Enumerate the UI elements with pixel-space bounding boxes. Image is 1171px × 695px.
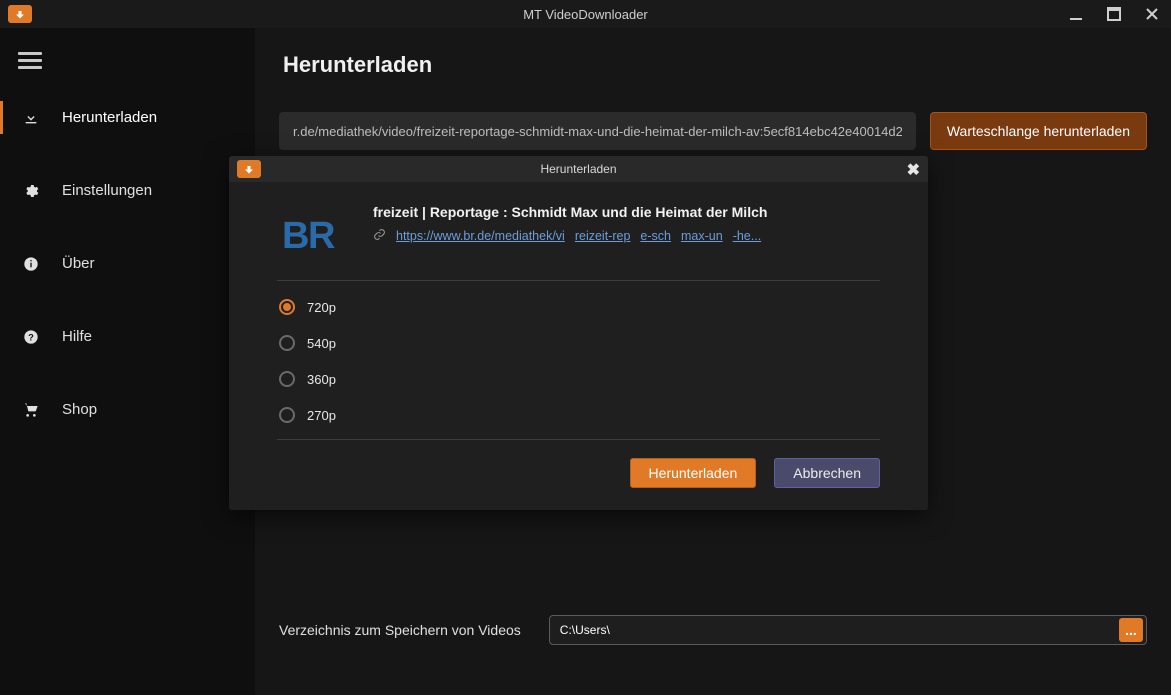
cancel-button[interactable]: Abbrechen [774, 458, 880, 488]
video-link-part[interactable]: e-sch [640, 229, 671, 243]
divider [277, 439, 880, 440]
link-icon [373, 228, 386, 244]
resolution-label: 270p [307, 408, 336, 423]
provider-logo-icon: B R [277, 204, 347, 264]
cart-icon [22, 402, 40, 418]
radio-icon [279, 299, 295, 315]
sidebar-item-shop[interactable]: Shop [0, 393, 255, 426]
app-logo-icon [237, 160, 261, 178]
download-dialog: Herunterladen ✖ B R freizeit | Reportage… [229, 156, 928, 510]
dialog-titlebar: Herunterladen ✖ [229, 156, 928, 182]
resolution-label: 720p [307, 300, 336, 315]
sidebar-item-about[interactable]: Über [0, 247, 255, 280]
sidebar-item-label: Über [62, 255, 95, 272]
app-title: MT VideoDownloader [0, 7, 1171, 22]
gear-icon [22, 183, 40, 199]
dialog-title: Herunterladen [229, 162, 928, 176]
download-icon [22, 110, 40, 126]
sidebar-item-help[interactable]: ? Hilfe [0, 320, 255, 353]
radio-icon [279, 371, 295, 387]
titlebar: MT VideoDownloader [0, 0, 1171, 28]
save-dir-input[interactable] [550, 623, 1116, 637]
sidebar-item-label: Shop [62, 401, 97, 418]
sidebar-item-label: Einstellungen [62, 182, 152, 199]
sidebar-item-label: Hilfe [62, 328, 92, 345]
video-link-part[interactable]: -he... [733, 229, 762, 243]
resolution-option-720p[interactable]: 720p [279, 299, 880, 315]
resolution-option-270p[interactable]: 270p [279, 407, 880, 423]
menu-toggle-button[interactable] [18, 48, 255, 73]
url-input[interactable] [279, 112, 916, 150]
svg-text:B: B [282, 215, 309, 257]
video-title: freizeit | Reportage : Schmidt Max und d… [373, 204, 880, 220]
resolution-label: 360p [307, 372, 336, 387]
dialog-close-button[interactable]: ✖ [907, 160, 920, 180]
sidebar: Herunterladen Einstellungen Über [0, 28, 255, 695]
app-logo-icon [8, 5, 32, 23]
sidebar-item-label: Herunterladen [62, 109, 157, 126]
svg-text:?: ? [28, 332, 34, 342]
download-queue-button[interactable]: Warteschlange herunterladen [930, 112, 1147, 150]
help-icon: ? [22, 329, 40, 345]
resolution-option-360p[interactable]: 360p [279, 371, 880, 387]
close-button[interactable] [1145, 7, 1159, 21]
download-button[interactable]: Herunterladen [630, 458, 757, 488]
radio-icon [279, 407, 295, 423]
maximize-button[interactable] [1107, 7, 1121, 21]
svg-text:R: R [308, 215, 335, 257]
minimize-button[interactable] [1069, 7, 1083, 21]
divider [277, 280, 880, 281]
video-link-part[interactable]: max-un [681, 229, 723, 243]
info-icon [22, 256, 40, 272]
sidebar-item-settings[interactable]: Einstellungen [0, 174, 255, 207]
video-link-part[interactable]: reizeit-rep [575, 229, 631, 243]
save-dir-label: Verzeichnis zum Speichern von Videos [279, 622, 521, 638]
resolution-option-540p[interactable]: 540p [279, 335, 880, 351]
video-link-part[interactable]: https://www.br.de/mediathek/vi [396, 229, 565, 243]
page-title: Herunterladen [283, 52, 1147, 78]
sidebar-item-download[interactable]: Herunterladen [0, 101, 255, 134]
resolution-label: 540p [307, 336, 336, 351]
browse-button[interactable]: ... [1119, 618, 1143, 642]
radio-icon [279, 335, 295, 351]
